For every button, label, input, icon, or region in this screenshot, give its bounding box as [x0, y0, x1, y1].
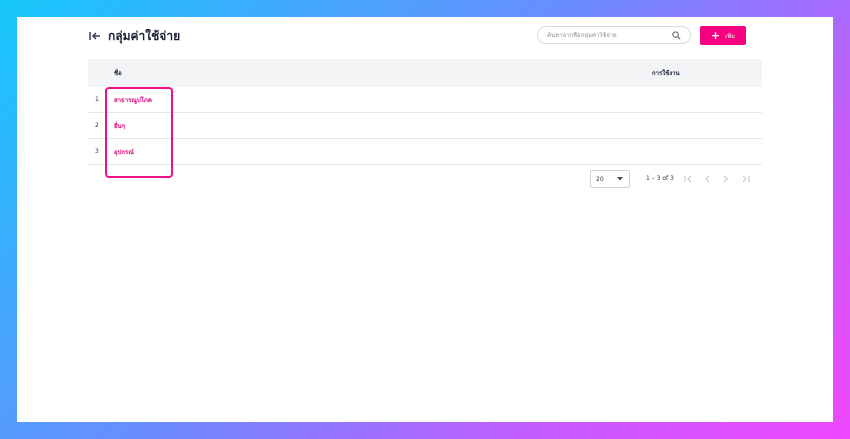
- table-header: ชื่อ การใช้งาน: [88, 59, 762, 87]
- first-page-icon[interactable]: [683, 174, 693, 184]
- row-name-link[interactable]: อุปกรณ์: [114, 147, 134, 157]
- search-input[interactable]: [547, 31, 672, 39]
- pagination-range: 1 – 3 of 3: [646, 175, 674, 182]
- row-index: 3: [95, 148, 99, 155]
- table-row[interactable]: 1 สาธารณูปโภค: [88, 87, 762, 113]
- table-row[interactable]: 3 อุปกรณ์: [88, 139, 762, 165]
- column-header-name[interactable]: ชื่อ: [114, 68, 122, 78]
- table-row[interactable]: 2 อื่นๆ: [88, 113, 762, 139]
- row-index: 2: [95, 122, 99, 129]
- chevron-down-icon: [617, 176, 623, 182]
- plus-icon: +: [710, 29, 721, 42]
- row-index: 1: [95, 96, 99, 103]
- add-button-label: เพิ่ม: [725, 32, 736, 40]
- next-page-icon[interactable]: [721, 174, 731, 184]
- add-button[interactable]: + เพิ่ม: [700, 26, 746, 45]
- prev-page-icon[interactable]: [702, 174, 712, 184]
- expense-group-table: ชื่อ การใช้งาน 1 สาธารณูปโภค 2 อื่นๆ 3 อ…: [88, 59, 762, 165]
- last-page-icon[interactable]: [740, 174, 750, 184]
- column-header-usage[interactable]: การใช้งาน: [652, 68, 680, 78]
- search-box[interactable]: [537, 26, 691, 44]
- page-size-select[interactable]: 20: [590, 170, 630, 188]
- page-header: กลุ่มค่าใช้จ่าย: [88, 26, 180, 46]
- page-title: กลุ่มค่าใช้จ่าย: [108, 28, 181, 43]
- collapse-left-arrow-icon[interactable]: [88, 29, 102, 43]
- row-name-link[interactable]: สาธารณูปโภค: [114, 95, 152, 105]
- row-name-link[interactable]: อื่นๆ: [114, 121, 125, 131]
- page-size-value: 20: [596, 175, 604, 183]
- search-icon[interactable]: [672, 30, 682, 40]
